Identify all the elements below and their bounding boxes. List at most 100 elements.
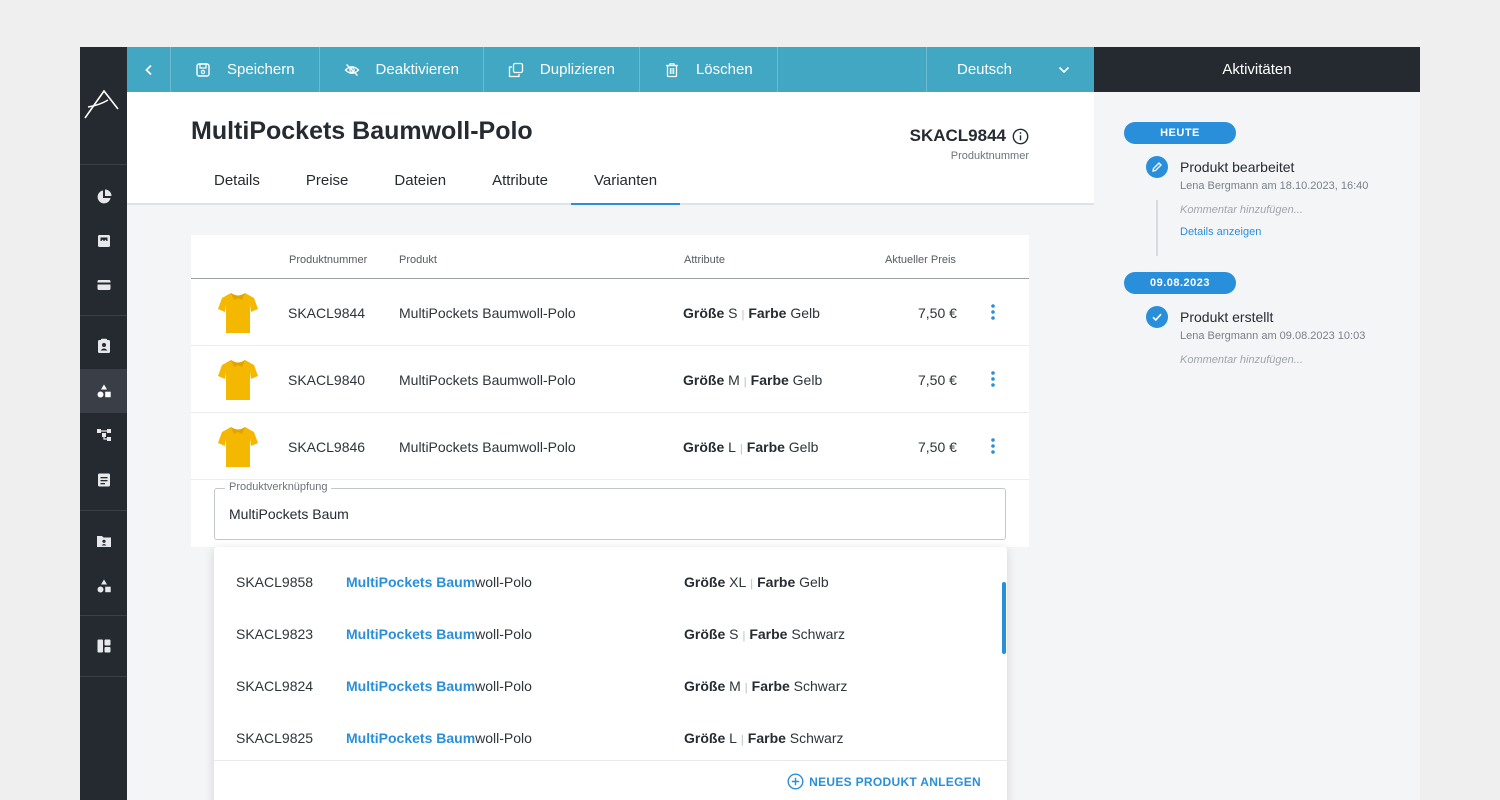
more-vertical-icon[interactable]	[988, 437, 998, 455]
suggestion-item[interactable]: SKACL9858 MultiPockets Baumwoll-Polo Grö…	[214, 551, 994, 603]
column-header-product: Produkt	[399, 254, 437, 266]
tab-prices[interactable]: Preise	[283, 158, 372, 205]
table-row[interactable]: SKACL9846 MultiPockets Baumwoll-Polo Grö…	[191, 413, 1029, 480]
save-button[interactable]: Speichern	[171, 47, 320, 92]
product-number-block: SKACL9844 Produktnummer	[910, 126, 1029, 162]
row-sku: SKACL9844	[288, 305, 366, 321]
more-vertical-icon[interactable]	[988, 303, 998, 321]
sidebar-item-documents[interactable]	[80, 458, 127, 502]
layout-icon	[97, 639, 110, 653]
sidebar-item-contacts[interactable]	[80, 324, 127, 368]
suggestion-product: MultiPockets Baumwoll-Polo	[346, 678, 532, 694]
dropdown-scrollbar[interactable]	[1002, 582, 1006, 654]
chevron-down-icon	[1058, 66, 1070, 73]
timeline-line	[1156, 200, 1158, 256]
suggestion-sku: SKACL9824	[236, 678, 314, 694]
variants-table-card: Produktnummer Produkt Attribute Aktuelle…	[191, 235, 1029, 547]
plus-circle-icon	[787, 773, 804, 790]
save-icon	[196, 62, 210, 77]
language-select[interactable]: Deutsch	[927, 47, 1094, 92]
row-price: 7,50 €	[918, 305, 957, 321]
suggestion-item[interactable]: SKACL9825 MultiPockets Baumwoll-Polo Grö…	[214, 707, 994, 759]
tab-files[interactable]: Dateien	[371, 158, 469, 205]
product-thumbnail	[218, 293, 258, 333]
suggestion-sku: SKACL9823	[236, 626, 314, 642]
logo-mark-icon	[84, 89, 119, 119]
delete-button[interactable]: Löschen	[640, 47, 778, 92]
activity-meta: Lena Bergmann am 09.08.2023 10:03	[1180, 330, 1366, 342]
row-attributes: Größe S | Farbe Gelb	[683, 305, 820, 321]
new-product-label: NEUES PRODUKT ANLEGEN	[809, 774, 981, 789]
activities-title: Aktivitäten	[1222, 61, 1292, 78]
row-price: 7,50 €	[918, 439, 957, 455]
chevron-left-icon	[144, 64, 152, 75]
row-product: MultiPockets Baumwoll-Polo	[399, 305, 576, 321]
product-number: SKACL9844	[909, 126, 1006, 145]
copy-icon	[508, 62, 524, 77]
tab-attributes[interactable]: Attribute	[469, 158, 571, 205]
suggestion-sku: SKACL9858	[236, 574, 314, 590]
table-row[interactable]: SKACL9844 MultiPockets Baumwoll-Polo Grö…	[191, 279, 1029, 346]
shapes-outline-icon	[97, 579, 111, 593]
eye-off-icon	[344, 63, 359, 76]
column-header-price: Aktueller Preis	[885, 254, 956, 266]
sidebar-item-customer-folder[interactable]	[80, 519, 127, 563]
suggestion-item[interactable]: SKACL9823 MultiPockets Baumwoll-Polo Grö…	[214, 603, 994, 655]
more-vertical-icon[interactable]	[988, 370, 998, 388]
add-comment-link[interactable]: Kommentar hinzufügen...	[1180, 354, 1303, 366]
row-attributes: Größe M | Farbe Gelb	[683, 372, 823, 388]
page-title: MultiPockets Baumwoll-Polo	[191, 117, 533, 145]
suggestion-sku: SKACL9825	[236, 730, 314, 746]
suggestion-product: MultiPockets Baumwoll-Polo	[346, 626, 532, 642]
shapes-icon	[97, 384, 111, 398]
sidebar-item-hierarchy[interactable]	[80, 413, 127, 457]
delete-label: Löschen	[695, 61, 753, 78]
trash-icon	[665, 62, 678, 77]
product-link-label: Produktverknüpfung	[225, 481, 332, 493]
row-sku: SKACL9846	[288, 439, 366, 455]
sidebar-item-payments[interactable]	[80, 263, 127, 307]
deactivate-label: Deaktivieren	[375, 61, 459, 78]
tab-variants[interactable]: Varianten	[570, 158, 681, 205]
sidebar-item-dashboard[interactable]	[80, 175, 127, 219]
inbox-icon	[97, 235, 110, 247]
row-sku: SKACL9840	[288, 372, 366, 388]
suggestion-item[interactable]: SKACL9824 MultiPockets Baumwoll-Polo Grö…	[214, 655, 994, 707]
new-product-button[interactable]: NEUES PRODUKT ANLEGEN	[787, 773, 981, 790]
document-icon	[97, 473, 110, 487]
sidebar-item-inbox[interactable]	[80, 219, 127, 263]
logo	[80, 47, 127, 165]
product-link-input[interactable]	[229, 506, 929, 522]
action-toolbar: Speichern Deaktivieren Duplizieren Lösch…	[127, 47, 1094, 92]
contact-card-icon	[97, 338, 110, 353]
info-icon[interactable]	[1012, 128, 1029, 145]
column-header-attributes: Attribute	[684, 254, 725, 266]
check-icon	[1146, 306, 1168, 328]
row-product: MultiPockets Baumwoll-Polo	[399, 439, 576, 455]
duplicate-label: Duplizieren	[539, 61, 615, 78]
product-number-caption: Produktnummer	[950, 150, 1029, 162]
pencil-icon	[1146, 156, 1168, 178]
suggestion-attributes: Größe M | Farbe Schwarz	[684, 678, 848, 694]
row-price: 7,50 €	[918, 372, 957, 388]
sidebar-item-products[interactable]	[80, 369, 127, 413]
deactivate-button[interactable]: Deaktivieren	[320, 47, 484, 92]
suggestion-product: MultiPockets Baumwoll-Polo	[346, 730, 532, 746]
suggestion-attributes: Größe XL | Farbe Gelb	[684, 574, 829, 590]
activity-title: Produkt bearbeitet	[1180, 159, 1295, 175]
back-button[interactable]	[127, 47, 171, 92]
product-header: MultiPockets Baumwoll-Polo SKACL9844 Pro…	[127, 92, 1094, 205]
hierarchy-icon	[96, 429, 111, 441]
activities-panel: HEUTE Produkt bearbeitet Lena Bergmann a…	[1094, 92, 1420, 800]
table-row[interactable]: SKACL9840 MultiPockets Baumwoll-Polo Grö…	[191, 346, 1029, 413]
tab-details[interactable]: Details	[191, 158, 283, 205]
sidebar-item-layout[interactable]	[80, 624, 127, 668]
duplicate-button[interactable]: Duplizieren	[484, 47, 640, 92]
activity-title: Produkt erstellt	[1180, 309, 1274, 325]
sidebar-item-product-groups[interactable]	[80, 564, 127, 608]
activities-header: Aktivitäten	[1094, 47, 1420, 92]
show-details-link[interactable]: Details anzeigen	[1180, 226, 1261, 238]
dropdown-footer: NEUES PRODUKT ANLEGEN	[214, 760, 1007, 800]
add-comment-link[interactable]: Kommentar hinzufügen...	[1180, 204, 1303, 216]
date-badge: 09.08.2023	[1124, 272, 1236, 294]
